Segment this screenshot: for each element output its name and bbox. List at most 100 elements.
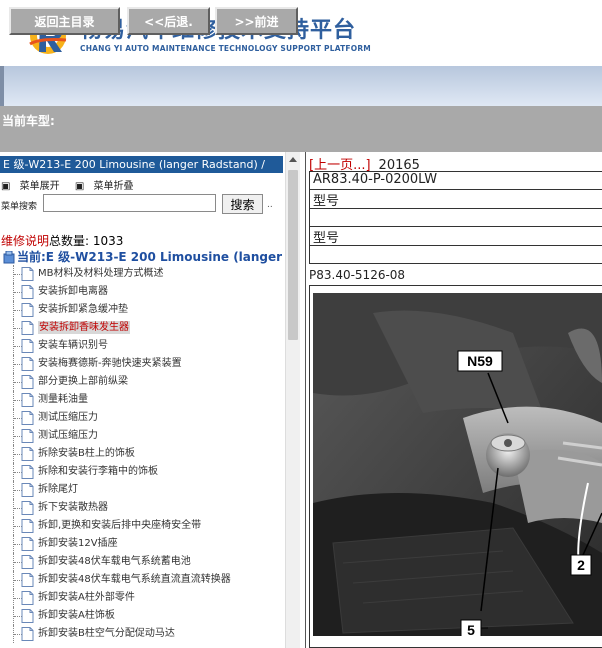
scroll-up-icon[interactable] bbox=[289, 157, 297, 162]
collapse-label: 菜单折叠 bbox=[93, 181, 134, 192]
folder-icon bbox=[3, 251, 15, 264]
search-button[interactable]: 搜索 bbox=[222, 194, 263, 214]
tree-item[interactable]: 安装拆卸香味发生器 bbox=[0, 319, 285, 337]
document-icon bbox=[21, 591, 34, 605]
tree-item[interactable]: 拆卸安装A柱饰板 bbox=[0, 607, 285, 625]
tree-item[interactable]: 测量耗油量 bbox=[0, 391, 285, 409]
expand-menu[interactable]: ▣ 菜单展开 bbox=[1, 181, 66, 192]
current-node[interactable]: 当前:E 级-W213-E 200 Limousine (langer R bbox=[3, 248, 296, 265]
document-icon bbox=[21, 339, 34, 353]
tree-item-label: 拆卸,更换和安装后排中央座椅安全带 bbox=[38, 520, 202, 531]
tree-item[interactable]: 测试压缩压力 bbox=[0, 427, 285, 445]
tree-item[interactable]: 安装拆卸电离器 bbox=[0, 283, 285, 301]
left-scrollbar[interactable] bbox=[285, 152, 300, 648]
tree-item-label: 拆除安装B柱上的饰板 bbox=[38, 448, 135, 459]
document-panel: [上一页...] 20165 AR83.40-P-0200LW 型号 型号 P83… bbox=[301, 152, 602, 648]
document-icon bbox=[21, 285, 34, 299]
tree-item[interactable]: 拆卸安装A柱外部零件 bbox=[0, 589, 285, 607]
document-icon bbox=[21, 303, 34, 317]
callout-n59: N59 bbox=[467, 353, 493, 369]
tree-item[interactable]: 拆下安装散热器 bbox=[0, 499, 285, 517]
document-icon bbox=[21, 321, 34, 335]
tree-item[interactable]: 部分更换上部前纵梁 bbox=[0, 373, 285, 391]
document-icon bbox=[21, 375, 34, 389]
tree-item-label: 拆卸安装B柱空气分配促动马达 bbox=[38, 628, 175, 639]
tree-item-label: 安装拆卸电离器 bbox=[38, 286, 108, 297]
tree-item[interactable]: 拆除尾灯 bbox=[0, 481, 285, 499]
forward-button[interactable]: >>前进 bbox=[215, 7, 298, 35]
left-panel: E 级-W213-E 200 Limousine (langer Radstan… bbox=[0, 152, 300, 648]
table-rule bbox=[309, 263, 602, 264]
table-rule bbox=[309, 189, 602, 190]
document-reference: AR83.40-P-0200LW bbox=[313, 172, 438, 187]
table-rule bbox=[309, 245, 602, 246]
callout-5: 5 bbox=[467, 622, 475, 636]
document-icon bbox=[21, 627, 34, 641]
tree-item[interactable]: 拆卸安装12V插座 bbox=[0, 535, 285, 553]
tree-item-label: 拆卸安装A柱外部零件 bbox=[38, 592, 135, 603]
home-button[interactable]: 返回主目录 bbox=[9, 7, 120, 35]
document-icon bbox=[21, 519, 34, 533]
square-icon: ▣ bbox=[1, 181, 11, 192]
expand-label: 菜单展开 bbox=[19, 181, 60, 192]
manual-count: 维修说明总数量: 1033 bbox=[1, 232, 123, 249]
document-icon bbox=[21, 465, 34, 479]
tree-item[interactable]: 拆卸安装48伏车载电气系统蓄电池 bbox=[0, 553, 285, 571]
tree-item[interactable]: 安装车辆识别号 bbox=[0, 337, 285, 355]
model-field-1: 型号 bbox=[313, 194, 340, 209]
model-field-2: 型号 bbox=[313, 231, 340, 246]
tree-item[interactable]: 拆卸安装B柱空气分配促动马达 bbox=[0, 625, 285, 643]
document-icon bbox=[21, 357, 34, 371]
search-extra: .. bbox=[267, 200, 273, 210]
tree-item[interactable]: MB材料及材料处理方式概述 bbox=[0, 265, 285, 283]
document-icon bbox=[21, 573, 34, 587]
tree-item-label: 测量耗油量 bbox=[38, 394, 88, 405]
document-icon bbox=[21, 411, 34, 425]
tree-item[interactable]: 安装梅赛德斯-奔驰快速夹紧装置 bbox=[0, 355, 285, 373]
count-prefix: 维修说明 bbox=[1, 234, 50, 248]
tree-item[interactable]: 拆除安装B柱上的饰板 bbox=[0, 445, 285, 463]
document-icon bbox=[21, 393, 34, 407]
document-icon bbox=[21, 537, 34, 551]
tree-item-label: 安装车辆识别号 bbox=[38, 340, 108, 351]
document-icon bbox=[21, 555, 34, 569]
document-icon bbox=[21, 609, 34, 623]
tree-item-label: 拆卸安装A柱饰板 bbox=[38, 610, 115, 621]
vehicle-title: E 级-W213-E 200 Limousine (langer Radstan… bbox=[0, 156, 283, 173]
platform-subtitle: CHANG YI AUTO MAINTENANCE TECHNOLOGY SUP… bbox=[80, 44, 371, 53]
table-rule bbox=[309, 226, 602, 227]
callout-2: 2 bbox=[577, 557, 585, 573]
tree-item-label: 测试压缩压力 bbox=[38, 412, 98, 423]
tree-item-label: 拆卸安装48伏车载电气系统直流直流转换器 bbox=[38, 574, 231, 585]
collapse-menu[interactable]: ▣ 菜单折叠 bbox=[75, 181, 140, 192]
scroll-thumb[interactable] bbox=[288, 170, 298, 340]
tree-item-label: 安装梅赛德斯-奔驰快速夹紧装置 bbox=[38, 358, 182, 369]
tree-item-label: 拆卸安装12V插座 bbox=[38, 538, 118, 549]
table-edge bbox=[309, 171, 310, 263]
document-icon bbox=[21, 501, 34, 515]
repair-photo: N59 5 2 bbox=[313, 293, 602, 636]
table-rule bbox=[309, 208, 602, 209]
tree-item[interactable]: 拆卸,更换和安装后排中央座椅安全带 bbox=[0, 517, 285, 535]
tree-item-label: 测试压缩压力 bbox=[38, 430, 98, 441]
tree-item-label: 安装拆卸紧急缓冲垫 bbox=[38, 304, 128, 315]
tree-item[interactable]: 测试压缩压力 bbox=[0, 409, 285, 427]
square-icon: ▣ bbox=[74, 181, 85, 192]
tree-item[interactable]: 拆除和安装行李箱中的饰板 bbox=[0, 463, 285, 481]
tree-item[interactable]: 安装拆卸紧急缓冲垫 bbox=[0, 301, 285, 319]
search-label: 菜单搜索 bbox=[1, 202, 38, 212]
tree-item-label: 部分更换上部前纵梁 bbox=[38, 376, 128, 387]
current-model-bar: 当前车型: bbox=[0, 106, 602, 152]
search-input[interactable] bbox=[43, 194, 216, 212]
document-icon bbox=[21, 483, 34, 497]
back-button[interactable]: <<后退. bbox=[127, 7, 210, 35]
tree-item[interactable]: 拆卸安装48伏车载电气系统直流直流转换器 bbox=[0, 571, 285, 589]
current-node-label: 当前:E 级-W213-E 200 Limousine (langer R bbox=[17, 250, 296, 264]
current-model-label: 当前车型: bbox=[2, 114, 55, 128]
count-text: 总数量: 1033 bbox=[49, 234, 124, 248]
tree-item-label: 拆除和安装行李箱中的饰板 bbox=[38, 466, 158, 477]
document-icon bbox=[21, 267, 34, 281]
tree-item-label: 拆卸安装48伏车载电气系统蓄电池 bbox=[38, 556, 191, 567]
toolbar bbox=[0, 66, 602, 106]
manual-tree: MB材料及材料处理方式概述安装拆卸电离器安装拆卸紧急缓冲垫安装拆卸香味发生器安装… bbox=[0, 265, 285, 643]
